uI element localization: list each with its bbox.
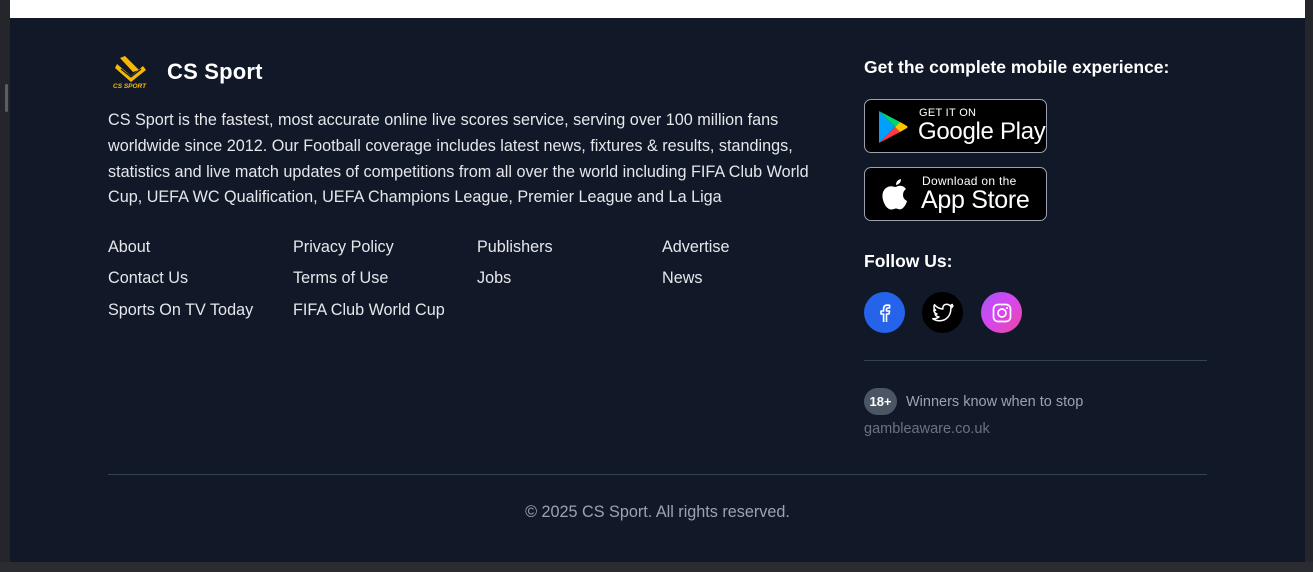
apple-icon: [879, 175, 911, 218]
age-badge: 18+: [864, 388, 897, 415]
footer-link-news[interactable]: News: [662, 269, 702, 288]
facebook-icon: [879, 303, 890, 322]
app-store-button[interactable]: Download on the App Store: [864, 167, 1047, 221]
brand-description: CS Sport is the fastest, most accurate o…: [108, 111, 809, 207]
footer-link-publishers[interactable]: Publishers: [477, 238, 553, 257]
footer-link-about[interactable]: About: [108, 238, 150, 257]
logo-text: CS SPORT: [113, 83, 147, 90]
footer-link-fifa[interactable]: FIFA Club World Cup: [293, 301, 445, 320]
brand-name: CS Sport: [167, 59, 263, 84]
footer-link-terms[interactable]: Terms of Use: [293, 269, 388, 288]
scroll-handle[interactable]: [5, 84, 8, 112]
footer-link-contact[interactable]: Contact Us: [108, 269, 188, 288]
gambleaware-link[interactable]: gambleaware.co.uk: [864, 421, 990, 437]
twitter-icon: [931, 302, 954, 322]
footer-link-privacy[interactable]: Privacy Policy: [293, 238, 394, 257]
mobile-title: Get the complete mobile experience:: [864, 57, 1170, 77]
brand[interactable]: CS SPORT CS Sport: [111, 54, 263, 90]
twitter-link[interactable]: [922, 292, 963, 333]
footer-link-jobs[interactable]: Jobs: [477, 269, 511, 288]
footer-links: About Contact Us Sports On TV Today Priv…: [108, 238, 848, 338]
site-footer: CS SPORT CS Sport CS Sport is the fastes…: [10, 18, 1305, 562]
google-play-button[interactable]: GET IT ON Google Play: [864, 99, 1047, 153]
window-left-edge: [0, 0, 10, 572]
footer-divider: [108, 474, 1207, 475]
cs-sport-logo-icon: CS SPORT: [111, 54, 151, 90]
google-play-icon: [877, 110, 909, 149]
instagram-link[interactable]: [981, 292, 1022, 333]
footer-link-sports-tv[interactable]: Sports On TV Today: [108, 301, 253, 320]
app-store-big-text: App Store: [921, 186, 1030, 214]
window-right-edge: [1305, 0, 1313, 572]
copyright-text: © 2025 CS Sport. All rights reserved.: [525, 503, 790, 521]
google-play-big-text: Google Play: [918, 118, 1046, 145]
footer-link-advertise[interactable]: Advertise: [662, 238, 729, 257]
facebook-link[interactable]: [864, 292, 905, 333]
responsible-gambling-text: Winners know when to stop: [906, 394, 1084, 410]
follow-title: Follow Us:: [864, 251, 953, 271]
instagram-icon: [992, 303, 1011, 322]
divider: [864, 360, 1207, 361]
window-bottom-edge: [0, 562, 1313, 572]
page-content-above-footer: [10, 0, 1305, 18]
